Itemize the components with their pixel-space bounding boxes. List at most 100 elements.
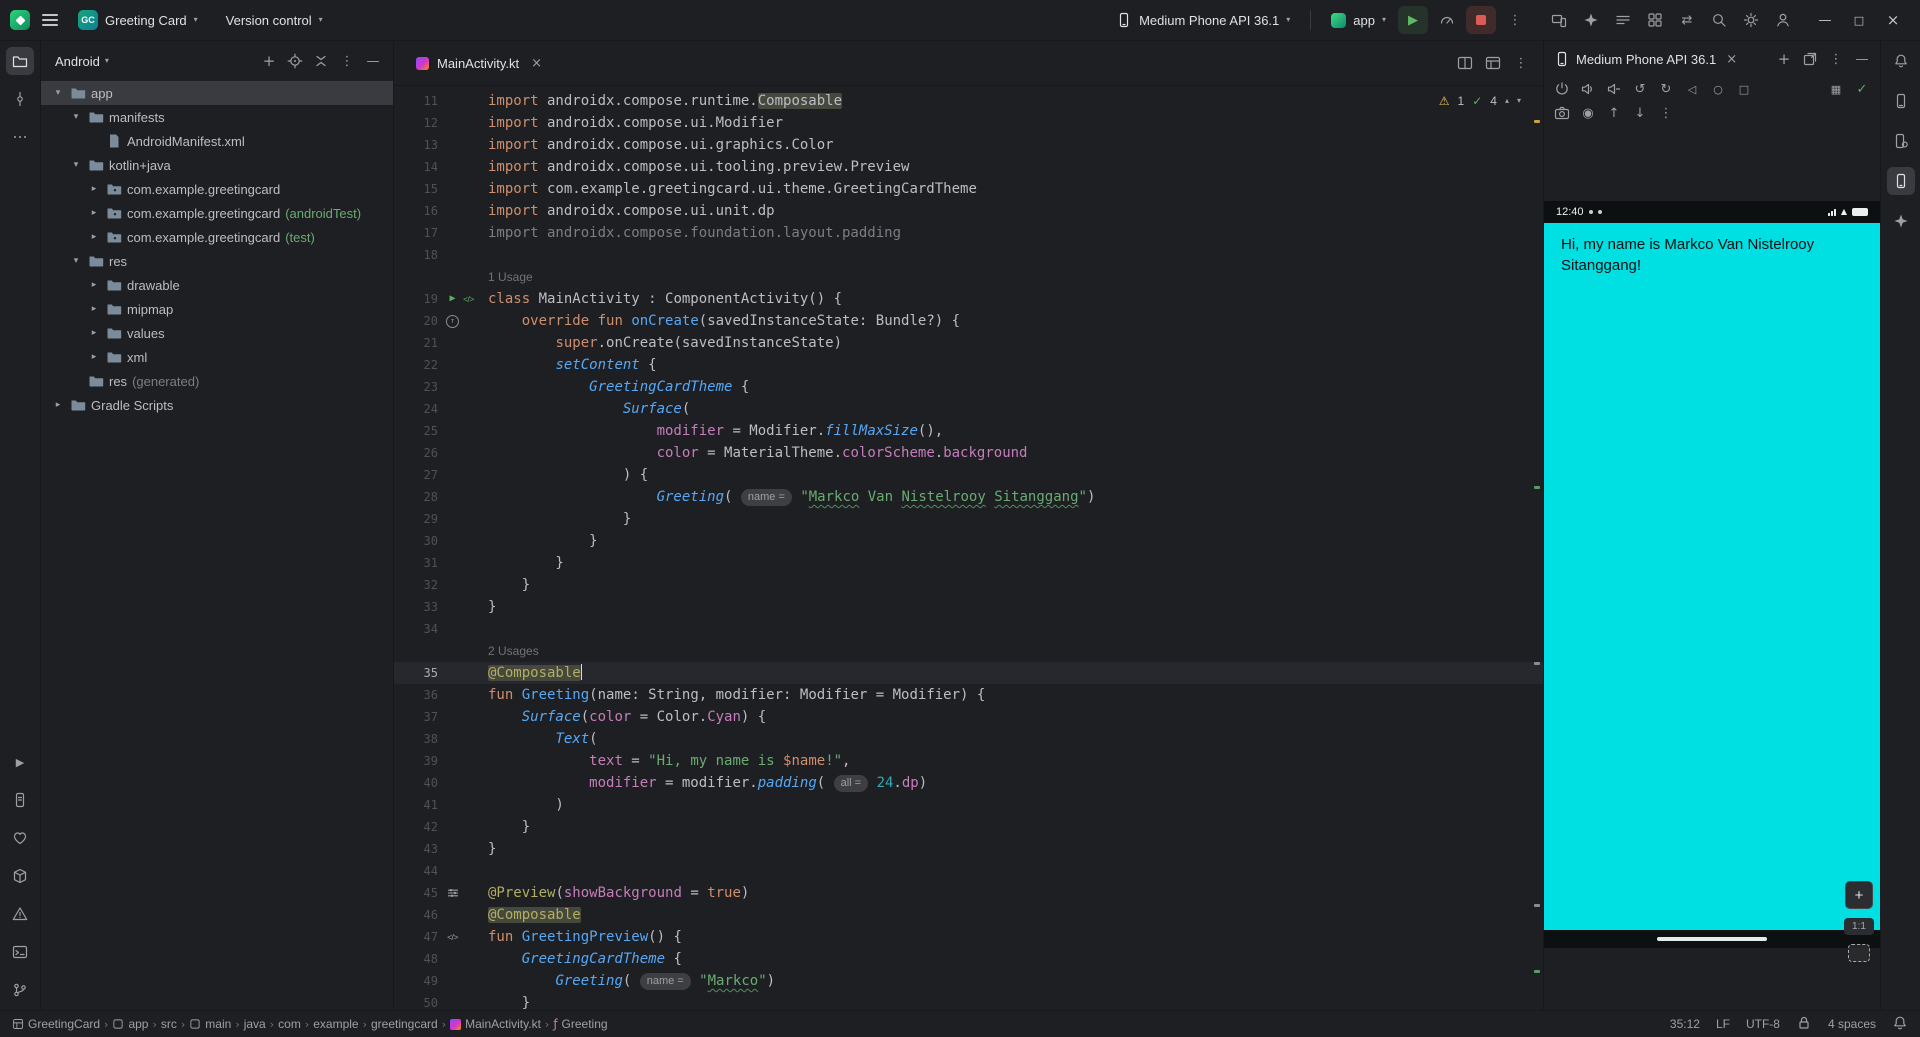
run-button[interactable]: ▶	[1398, 6, 1428, 34]
power-button[interactable]	[1550, 78, 1574, 100]
version-control-widget[interactable]: Version control ▾	[218, 9, 331, 32]
code-text[interactable]: Surface(	[488, 398, 1543, 420]
code-text[interactable]: import androidx.compose.ui.Modifier	[488, 112, 1543, 134]
volume-up-button[interactable]	[1576, 78, 1600, 100]
run-configuration-selector[interactable]: app ▾	[1323, 9, 1394, 32]
code-line[interactable]: 31 }	[394, 552, 1543, 574]
add-button[interactable]: +	[257, 49, 281, 73]
code-line[interactable]: 39 text = "Hi, my name is $name!",	[394, 750, 1543, 772]
new-window-button[interactable]	[1798, 47, 1822, 71]
code-line[interactable]: 20 ↑ override fun onCreate(savedInstanceS…	[394, 310, 1543, 332]
breadcrumb-main[interactable]: main	[189, 1017, 231, 1031]
project-widget[interactable]: GC Greeting Card ▾	[70, 6, 206, 34]
tree-item-res[interactable]: ▾ res	[41, 249, 393, 273]
code-line[interactable]: 44	[394, 860, 1543, 882]
chevron-right-icon[interactable]: ▸	[87, 208, 101, 218]
more-button[interactable]: ⋮	[335, 49, 359, 73]
close-tab-icon[interactable]: ×	[531, 57, 542, 70]
code-line[interactable]: 46 @Composable	[394, 904, 1543, 926]
running-devices-tool-button[interactable]	[1886, 167, 1915, 195]
download-button[interactable]: ↓	[1628, 102, 1652, 124]
code-text[interactable]: Text(	[488, 728, 1543, 750]
tree-item-manifests[interactable]: ▾ manifests	[41, 105, 393, 129]
tree-item-com-example-greetingcard[interactable]: ▸ com.example.greetingcard (androidTest)	[41, 201, 393, 225]
code-line[interactable]: 24 Surface(	[394, 398, 1543, 420]
run-line-icon[interactable]: ▶	[446, 293, 459, 306]
code-text[interactable]: }	[488, 992, 1543, 1010]
code-text[interactable]: }	[488, 838, 1543, 860]
code-line[interactable]: 32 }	[394, 574, 1543, 596]
code-line[interactable]: 50 }	[394, 992, 1543, 1010]
code-line[interactable]: 28 Greeting( name = "Markco Van Nistelro…	[394, 486, 1543, 508]
chevron-right-icon[interactable]: ▸	[87, 352, 101, 362]
compose-icon[interactable]: </>	[446, 931, 459, 944]
usage-inlay[interactable]: 1 Usage	[488, 266, 1543, 288]
code-text[interactable]: Greeting( name = "Markco")	[488, 970, 1543, 992]
more-button[interactable]: ⋮	[1824, 47, 1848, 71]
code-line[interactable]: 29 }	[394, 508, 1543, 530]
chevron-down-icon[interactable]: ▾	[51, 88, 65, 98]
rotate-right-button[interactable]: ↻	[1654, 78, 1678, 100]
breadcrumb-src[interactable]: src	[161, 1017, 177, 1031]
code-editor[interactable]: 11 import androidx.compose.runtime.Compos…	[394, 86, 1543, 1010]
record-button[interactable]: ◉	[1576, 102, 1600, 124]
code-text[interactable]: }	[488, 530, 1543, 552]
zoom-in-button[interactable]: +	[1845, 881, 1873, 909]
code-line[interactable]: 13 import androidx.compose.ui.graphics.Co…	[394, 134, 1543, 156]
inspection-widget[interactable]: ⚠ 1 ✓ 4 ▴ ▾	[1439, 94, 1521, 108]
run-tool-tool-button[interactable]: ▶	[6, 748, 34, 776]
code-line[interactable]: 42 }	[394, 816, 1543, 838]
more-button[interactable]: ⋮	[1509, 51, 1533, 75]
add-button[interactable]: +	[1772, 47, 1796, 71]
breadcrumb-greeting[interactable]: ƒ Greeting	[553, 1017, 607, 1031]
code-line[interactable]: 38 Text(	[394, 728, 1543, 750]
hide-button[interactable]: —	[1850, 47, 1874, 71]
gutter-icons[interactable]: </>	[444, 926, 488, 948]
code-line[interactable]: 19 ▶ </> class MainActivity : ComponentActi…	[394, 288, 1543, 310]
breadcrumb-greetingcard[interactable]: GreetingCard	[12, 1017, 100, 1031]
screenshot-button[interactable]	[1550, 102, 1574, 124]
code-text[interactable]: fun GreetingPreview() {	[488, 926, 1543, 948]
code-text[interactable]: Greeting( name = "Markco Van Nistelrooy …	[488, 486, 1543, 508]
commit-tool-button[interactable]	[6, 85, 34, 113]
code-text[interactable]: import androidx.compose.foundation.layou…	[488, 222, 1543, 244]
project-tool-button[interactable]	[6, 47, 34, 75]
notifications-icon[interactable]	[1892, 1015, 1908, 1034]
code-line[interactable]: 14 import androidx.compose.ui.tooling.pre…	[394, 156, 1543, 178]
overview-button[interactable]: □	[1732, 78, 1756, 100]
scrollbar-occurrence-mark[interactable]	[1534, 662, 1540, 665]
sync-button[interactable]: ⇄	[1672, 6, 1702, 34]
tree-item-com-example-greetingcard[interactable]: ▸ com.example.greetingcard	[41, 177, 393, 201]
logcat-tool-button[interactable]	[6, 786, 34, 814]
zoom-level[interactable]: 1:1	[1844, 918, 1874, 935]
code-text[interactable]: @Composable	[488, 904, 1543, 926]
previous-problem-icon[interactable]: ▴	[1505, 97, 1509, 105]
code-text[interactable]: @Composable	[488, 662, 1543, 684]
code-text[interactable]: GreetingCardTheme {	[488, 376, 1543, 398]
code-line[interactable]: 45 @Preview(showBackground = true)	[394, 882, 1543, 904]
more-run-actions-button[interactable]: ⋮	[1500, 6, 1530, 34]
tree-item-androidmanifest-xml[interactable]: AndroidManifest.xml	[41, 129, 393, 153]
code-line[interactable]: 15 import com.example.greetingcard.ui.the…	[394, 178, 1543, 200]
search-button[interactable]	[1704, 6, 1734, 34]
code-text[interactable]: Surface(color = Color.Cyan) {	[488, 706, 1543, 728]
code-line[interactable]: 49 Greeting( name = "Markco")	[394, 970, 1543, 992]
code-line[interactable]: 27 ) {	[394, 464, 1543, 486]
zoom-to-fit-button[interactable]	[1848, 944, 1870, 962]
code-text[interactable]	[488, 618, 1543, 640]
breadcrumb-app[interactable]: app	[112, 1017, 148, 1031]
chevron-down-icon[interactable]: ▾	[69, 112, 83, 122]
scrollbar-typo-mark[interactable]	[1534, 486, 1540, 489]
code-line[interactable]: 26 color = MaterialTheme.colorScheme.bac…	[394, 442, 1543, 464]
minimize-button[interactable]: —	[1808, 6, 1842, 34]
device-tab-label[interactable]: Medium Phone API 36.1	[1576, 52, 1716, 67]
scrollbar-occurrence-mark[interactable]	[1534, 904, 1540, 907]
code-text[interactable]: color = MaterialTheme.colorScheme.backgr…	[488, 442, 1543, 464]
code-line[interactable]: 30 }	[394, 530, 1543, 552]
chevron-right-icon[interactable]: ▸	[87, 304, 101, 314]
upload-button[interactable]: ↑	[1602, 102, 1626, 124]
version-control-tool-button[interactable]	[6, 976, 34, 1004]
override-method-icon[interactable]: ↑	[446, 314, 459, 328]
emulator-screen[interactable]: 12:40 ▲ Hi, my name is Markco Van Nistel…	[1544, 201, 1880, 948]
code-text[interactable]: import androidx.compose.ui.tooling.previ…	[488, 156, 1543, 178]
